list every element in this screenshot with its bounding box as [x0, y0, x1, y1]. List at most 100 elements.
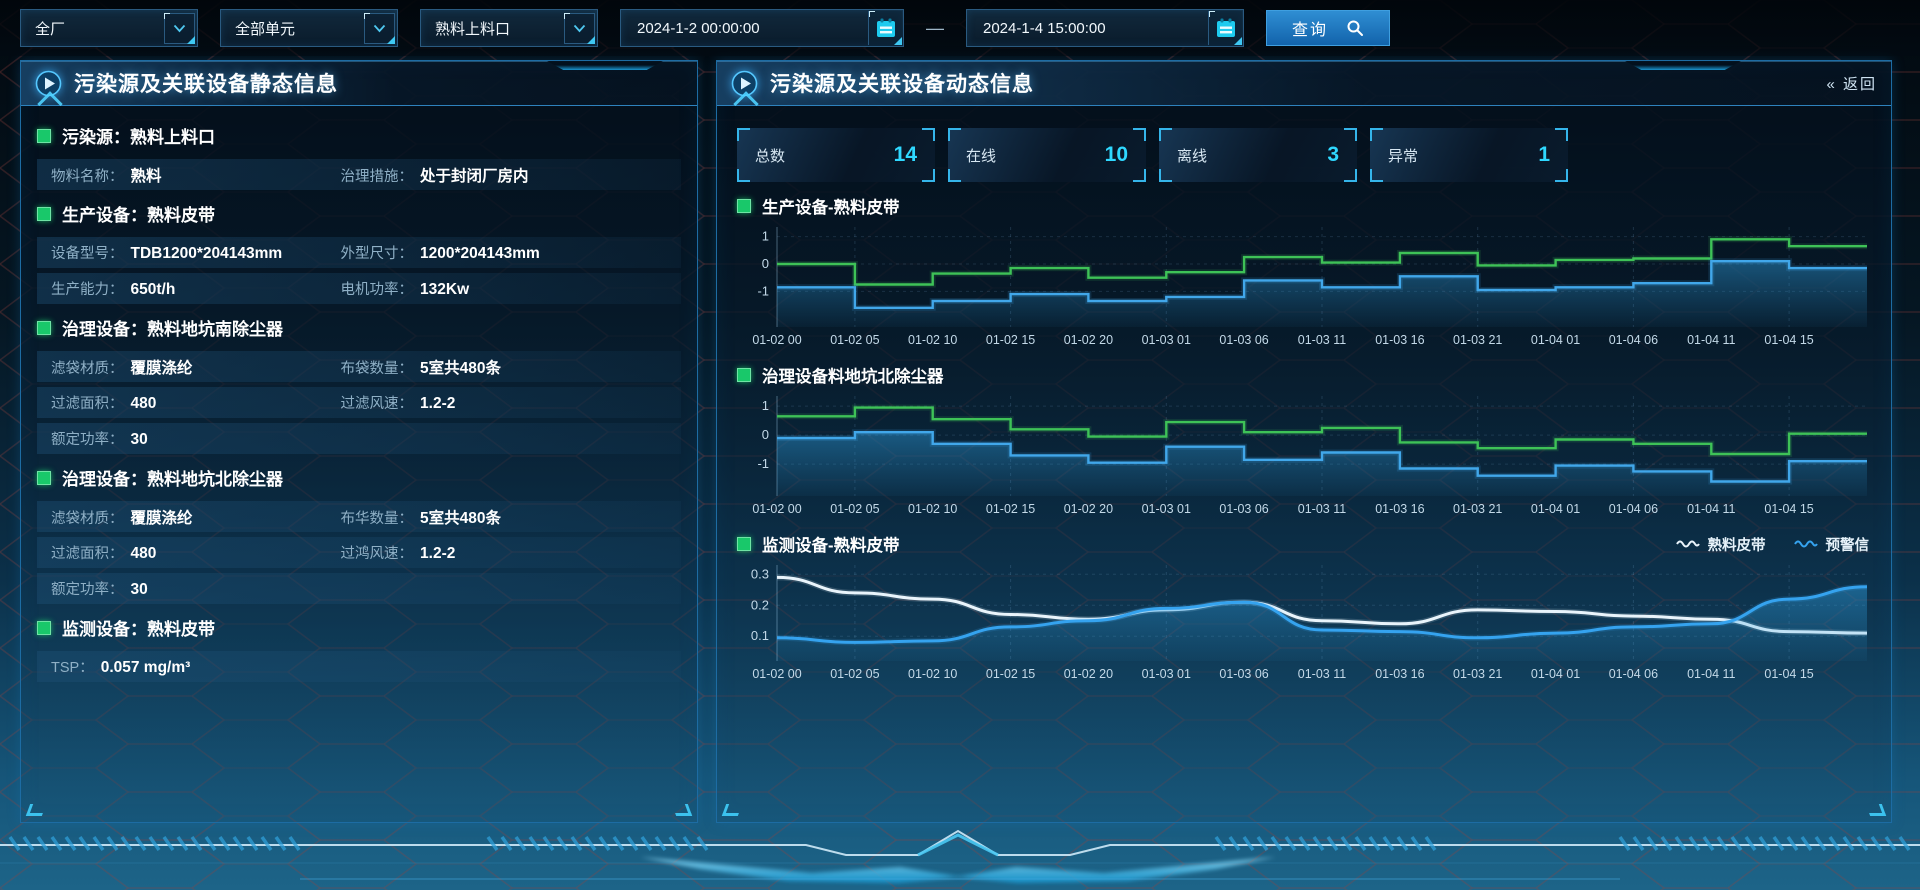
svg-text:01-02 20: 01-02 20: [1064, 502, 1113, 516]
info-row: 过滤面积：480过滤风速：1.2-2: [37, 387, 681, 418]
dynamic-info-body: 总数14在线10 离线 3 异常1 生产设备-熟料皮带 10-101-02 0001-0…: [717, 106, 1891, 685]
info-label: 额定功率：: [51, 578, 124, 599]
chevron-down-icon[interactable]: [564, 13, 595, 44]
legend-item[interactable]: 预警信: [1794, 534, 1870, 555]
stat-card-总数[interactable]: 总数14: [737, 128, 935, 182]
svg-text:01-04 11: 01-04 11: [1687, 502, 1735, 516]
info-value: TDB1200*204143mm: [131, 245, 283, 263]
info-cell: 电机功率：132Kw: [341, 278, 631, 299]
info-cell: 额定功率：30: [51, 428, 341, 449]
section-header: 污染源：熟料上料口: [37, 117, 681, 154]
dynamic-panel-title: 污染源及关联设备动态信息: [770, 68, 1034, 98]
stat-card-异常[interactable]: 异常1: [1370, 128, 1568, 182]
static-info-panel: 污染源及关联设备静态信息 污染源：熟料上料口物料名称： 熟料 治理措施： 处于封闭厂房…: [20, 60, 698, 823]
corner-bracket: [737, 169, 750, 182]
svg-text:01-02 10: 01-02 10: [908, 333, 957, 347]
info-row: 额定功率：30: [37, 423, 681, 454]
info-label: 外型尺寸：: [341, 242, 414, 263]
filter-select-unit[interactable]: 全部单元: [220, 9, 398, 47]
corner-bracket: [922, 128, 935, 141]
corner-bracket: [948, 128, 961, 141]
info-label: 滤袋材质：: [51, 357, 124, 378]
info-value: 1.2-2: [420, 545, 455, 563]
dynamic-info-panel: 污染源及关联设备动态信息 « 返回 总数14在线10 离线 3 异常1 生产设备-熟料…: [716, 60, 1892, 823]
svg-text:01-03 06: 01-03 06: [1219, 502, 1268, 516]
legend-label: 预警信: [1826, 534, 1870, 555]
start-datetime-field[interactable]: 2024-1-2 00:00:00: [620, 9, 904, 47]
info-label: 治理措施：: [341, 165, 414, 186]
chevron-down-icon[interactable]: [364, 13, 395, 44]
green-square-icon: [737, 368, 751, 382]
info-cell: 布华数量：5室共480条: [341, 506, 631, 528]
svg-text:01-04 15: 01-04 15: [1764, 667, 1813, 681]
filter-select-source[interactable]: 熟料上料口: [420, 9, 598, 47]
stat-value: 1: [1538, 143, 1550, 167]
chart-1: 10-101-02 0001-02 0501-02 1001-02 1501-0…: [737, 390, 1873, 520]
corner-bracket: [737, 128, 750, 141]
info-row: 过滤面积：480过鸿风速：1.2-2: [37, 537, 681, 568]
chevron-down-icon[interactable]: [164, 13, 195, 44]
info-row: 滤袋材质：覆膜涤纶布华数量：5室共480条: [37, 501, 681, 532]
info-cell: 外型尺寸：1200*204143mm: [341, 242, 631, 263]
chart-legend: 熟料皮带 预警信: [1676, 534, 1872, 555]
section-header: 治理设备：熟料地坑南除尘器: [37, 309, 681, 346]
info-value: 覆膜涤纶: [131, 356, 193, 378]
query-button[interactable]: 查询: [1266, 10, 1390, 46]
svg-text:01-04 06: 01-04 06: [1609, 502, 1658, 516]
svg-text:01-04 11: 01-04 11: [1687, 333, 1735, 347]
stat-label: 总数: [755, 145, 785, 166]
info-label: 过滤面积：: [51, 392, 124, 413]
search-icon: [1346, 19, 1364, 37]
svg-text:01-03 21: 01-03 21: [1453, 667, 1502, 681]
info-value: 熟料: [131, 164, 162, 186]
legend-item[interactable]: 熟料皮带: [1676, 534, 1766, 555]
calendar-icon[interactable]: [868, 11, 902, 45]
info-label: 过鸿风速：: [341, 542, 414, 563]
section-header: 生产设备：熟料皮带: [37, 195, 681, 232]
info-value: 处于封闭厂房内: [420, 164, 529, 186]
info-value: 0.057 mg/m³: [101, 659, 191, 677]
corner-bracket: [1370, 169, 1383, 182]
svg-text:01-02 10: 01-02 10: [908, 667, 957, 681]
info-label: 物料名称：: [51, 165, 124, 186]
svg-text:0: 0: [762, 256, 769, 271]
corner-bracket: [1159, 169, 1172, 182]
select-value: 全厂: [21, 18, 164, 39]
stat-label: 离线: [1177, 145, 1207, 166]
svg-text:01-03 16: 01-03 16: [1375, 502, 1424, 516]
svg-text:01-03 01: 01-03 01: [1142, 502, 1191, 516]
svg-text:-1: -1: [757, 283, 769, 298]
end-datetime-field[interactable]: 2024-1-4 15:00:00: [966, 9, 1244, 47]
section-title: 生产设备：熟料皮带: [62, 201, 215, 226]
svg-text:01-03 16: 01-03 16: [1375, 667, 1424, 681]
stat-value: 3: [1327, 143, 1339, 167]
legend-label: 熟料皮带: [1708, 534, 1766, 555]
svg-text:01-03 06: 01-03 06: [1219, 667, 1268, 681]
svg-text:01-03 21: 01-03 21: [1453, 333, 1502, 347]
back-button[interactable]: « 返回: [1826, 73, 1877, 94]
svg-text:0.1: 0.1: [751, 628, 769, 643]
info-label: 过滤风速：: [341, 392, 414, 413]
chart-2: 0.30.20.101-02 0001-02 0501-02 1001-02 1…: [737, 559, 1873, 685]
corner-bracket: [1370, 128, 1383, 141]
green-square-icon: [37, 129, 51, 143]
stat-card-离线[interactable]: 离线 3: [1159, 128, 1357, 182]
info-value: 650t/h: [131, 281, 176, 299]
svg-text:01-02 10: 01-02 10: [908, 502, 957, 516]
static-panel-title: 污染源及关联设备静态信息: [74, 68, 338, 98]
stat-card-在线[interactable]: 在线10: [948, 128, 1146, 182]
chart-title-row: 生产设备-熟料皮带: [737, 191, 1871, 221]
chart-title-row: 治理设备料地坑北除尘器: [737, 360, 1871, 390]
info-value: 30: [131, 581, 148, 599]
corner-bracket: [948, 169, 961, 182]
corner-bracket: [1555, 169, 1568, 182]
section-header: 治理设备：熟料地坑北除尘器: [37, 459, 681, 496]
filter-select-plant[interactable]: 全厂: [20, 9, 198, 47]
svg-text:01-04 15: 01-04 15: [1764, 333, 1813, 347]
svg-text:01-03 16: 01-03 16: [1375, 333, 1424, 347]
corner-bracket: [1344, 169, 1357, 182]
calendar-icon[interactable]: [1208, 11, 1242, 45]
info-label: 额定功率：: [51, 428, 124, 449]
corner-bracket: [1344, 128, 1357, 141]
green-square-icon: [37, 207, 51, 221]
